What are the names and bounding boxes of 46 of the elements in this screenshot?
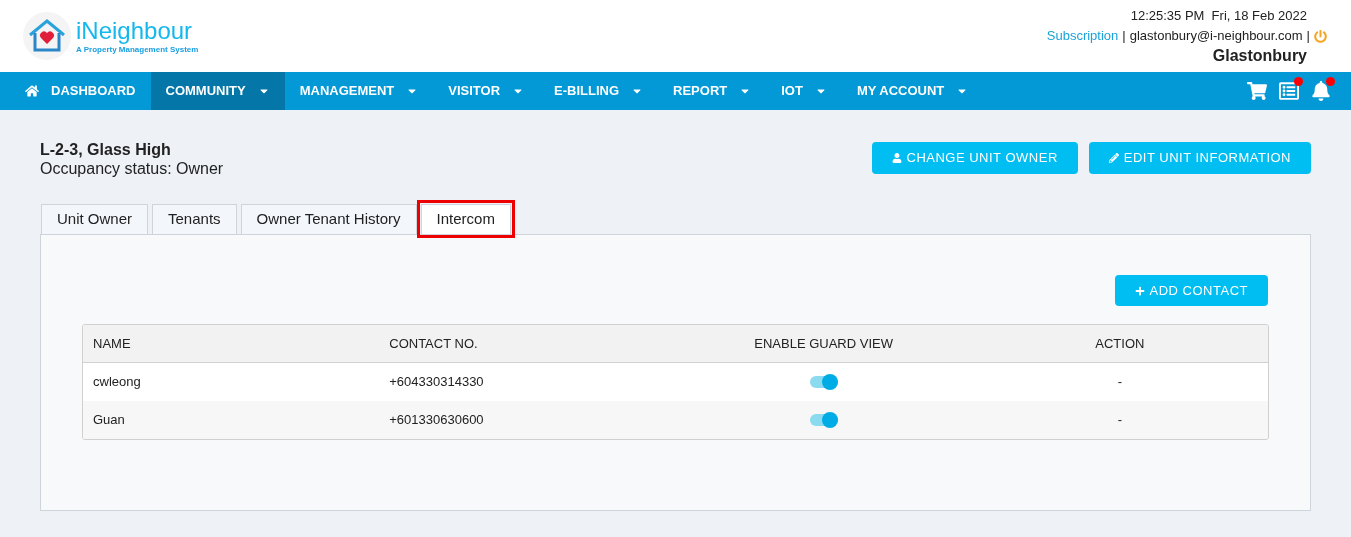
table-cell-text: - xyxy=(1117,411,1123,430)
toggle-switch[interactable] xyxy=(809,412,838,428)
toggle-switch[interactable] xyxy=(809,374,838,390)
nav-item[interactable]: VISITOR xyxy=(433,72,540,110)
tab[interactable]: Tenants xyxy=(152,204,237,234)
occupancy-status: Occupancy status: Owner xyxy=(40,160,224,178)
home-icon xyxy=(25,84,39,98)
nav-item[interactable]: MY ACCOUNT xyxy=(841,72,984,110)
unit-title: L-2-3, Glass High xyxy=(40,140,172,160)
brand-name: iNeighbour xyxy=(76,18,194,43)
date-time: 12:25:35 PM Fri, 18 Feb 2022 xyxy=(1130,7,1308,25)
nav-item[interactable]: DASHBOARD xyxy=(10,72,151,110)
subscription-link[interactable]: Subscription xyxy=(1046,26,1119,46)
column-header: ACTION xyxy=(1095,334,1145,353)
table-cell-text: cwleong xyxy=(92,373,141,392)
list-icon xyxy=(1279,81,1299,101)
table-cell-text: +604330314330 xyxy=(388,373,484,392)
nav-item[interactable]: IOT xyxy=(766,72,842,110)
power-icon[interactable] xyxy=(1314,29,1327,43)
column-header: NAME xyxy=(92,334,131,353)
table-cell-text: Guan xyxy=(92,411,125,430)
action-button[interactable]: EDIT UNIT INFORMATION xyxy=(1088,142,1311,174)
tab[interactable]: Unit Owner xyxy=(41,204,149,234)
separator: | xyxy=(1306,27,1310,45)
pencil-icon xyxy=(1108,153,1119,163)
nav-item[interactable]: MANAGEMENT xyxy=(284,72,434,110)
nav-item[interactable]: E-BILLING xyxy=(539,72,659,110)
brand-tagline: A Property Management System xyxy=(76,45,199,54)
bell-icon xyxy=(1311,81,1331,101)
column-header: ENABLE GUARD VIEW xyxy=(754,334,893,353)
separator: | xyxy=(1122,27,1126,45)
column-header: CONTACT NO. xyxy=(388,334,478,353)
add-contact-button[interactable]: ADD CONTACT xyxy=(1114,275,1268,306)
nav-item[interactable]: REPORT xyxy=(658,72,767,110)
action-button[interactable]: CHANGE UNIT OWNER xyxy=(871,142,1078,174)
tab[interactable]: Owner Tenant History xyxy=(240,204,417,234)
house-heart-logo-icon xyxy=(22,11,72,61)
toolbar-icon-button[interactable] xyxy=(1247,81,1267,101)
plus-icon xyxy=(1134,285,1145,296)
table-cell-text: - xyxy=(1117,373,1123,392)
user-icon xyxy=(891,153,902,163)
site-name: Glastonbury xyxy=(1212,46,1308,66)
nav-item[interactable]: COMMUNITY xyxy=(150,72,285,110)
table-cell-text: +601330630600 xyxy=(388,411,484,430)
cart-icon xyxy=(1247,81,1267,101)
user-email: glastonbury@i-neighbour.com xyxy=(1129,27,1303,45)
